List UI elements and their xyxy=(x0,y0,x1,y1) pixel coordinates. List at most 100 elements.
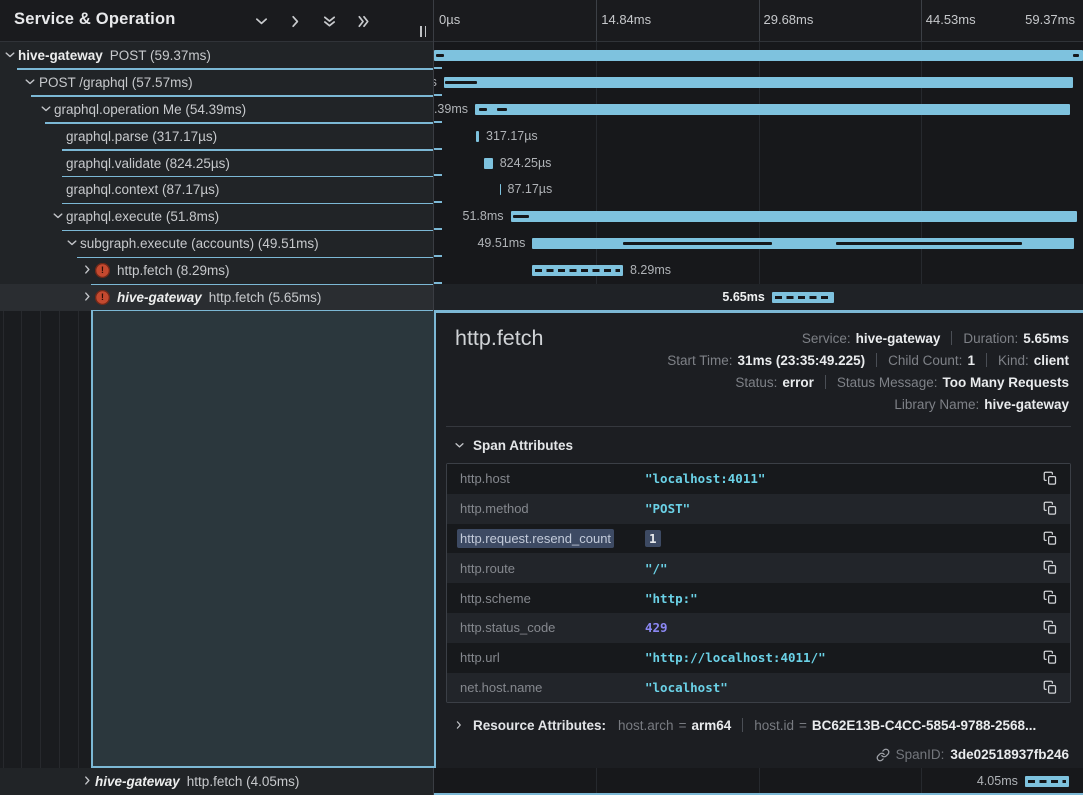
attribute-key[interactable]: http.scheme xyxy=(457,589,534,608)
copy-button[interactable] xyxy=(1043,471,1059,487)
span-bar[interactable] xyxy=(434,50,1083,61)
chevron-right-icon[interactable] xyxy=(82,775,94,787)
attribute-row: net.host.name"localhost" xyxy=(447,673,1070,703)
meta-line-3: Status:errorStatus Message:Too Many Requ… xyxy=(667,372,1069,394)
attribute-key[interactable]: http.url xyxy=(457,648,503,667)
child-span-mark xyxy=(1073,54,1080,57)
timeline-row[interactable]: 57.57ms xyxy=(434,69,1083,96)
child-span-mark xyxy=(445,81,477,84)
panel-resize-handle[interactable] xyxy=(420,26,426,37)
chevron-down-icon[interactable] xyxy=(252,12,270,30)
tree-header: Service & Operation xyxy=(0,0,434,42)
span-bar[interactable] xyxy=(511,211,1077,222)
timeline-row[interactable]: 87.17µs xyxy=(434,176,1083,203)
span-bar[interactable] xyxy=(475,104,1070,115)
span-label: http.fetch (4.05ms) xyxy=(187,774,300,789)
attribute-value: "http:" xyxy=(645,591,698,606)
row-border xyxy=(62,203,434,205)
timeline-row[interactable] xyxy=(434,42,1083,69)
chevron-down-icon[interactable] xyxy=(66,237,78,249)
attribute-key[interactable]: net.host.name xyxy=(457,678,545,697)
attribute-key[interactable]: http.method xyxy=(457,499,532,518)
chevron-right-icon[interactable] xyxy=(82,264,94,276)
timeline-row[interactable]: 824.25µs xyxy=(434,150,1083,177)
row-border xyxy=(62,176,434,178)
tree-row[interactable]: graphql.operation Me (54.39ms) xyxy=(0,96,434,123)
row-border xyxy=(77,257,434,259)
span-meta: Service:hive-gateway Duration:5.65ms Star… xyxy=(667,328,1069,416)
tree-row[interactable]: hive-gatewayhttp.fetch (4.05ms) xyxy=(0,768,434,795)
span-bar[interactable] xyxy=(772,292,834,303)
tree-row[interactable]: !hive-gatewayhttp.fetch (5.65ms) xyxy=(0,284,434,311)
copy-button[interactable] xyxy=(1043,560,1059,576)
chevron-down-icon[interactable] xyxy=(40,103,52,115)
chevron-right-icon[interactable] xyxy=(286,12,304,30)
chevron-right-icon[interactable] xyxy=(82,291,94,303)
selected-span-expansion-area xyxy=(91,311,434,768)
service-name: hive-gateway xyxy=(18,48,103,63)
row-border xyxy=(45,122,434,124)
tree-row[interactable]: hive-gatewayPOST (59.37ms) xyxy=(0,42,434,69)
timeline-row[interactable]: 4.05ms xyxy=(434,768,1083,793)
meta-divider xyxy=(986,353,987,367)
meta-line-1: Service:hive-gateway Duration:5.65ms xyxy=(667,328,1069,350)
duration-label: 87.17µs xyxy=(508,176,553,203)
double-chevron-right-icon[interactable] xyxy=(354,12,372,30)
copy-button[interactable] xyxy=(1043,620,1059,636)
span-bar[interactable] xyxy=(444,77,1073,88)
meta-divider xyxy=(951,331,952,345)
chevron-down-icon[interactable] xyxy=(24,76,36,88)
row-border-tick xyxy=(434,148,442,150)
tree-row[interactable]: POST /graphql (57.57ms) xyxy=(0,69,434,96)
tree-row[interactable]: graphql.validate (824.25µs) xyxy=(0,150,434,177)
copy-button[interactable] xyxy=(1043,650,1059,666)
copy-button[interactable] xyxy=(1043,531,1059,547)
duration-label: 4.05ms xyxy=(977,768,1018,795)
timeline-row[interactable]: 49.51ms xyxy=(434,230,1083,257)
tree-row[interactable]: graphql.context (87.17µs) xyxy=(0,176,434,203)
grid-line xyxy=(759,0,760,41)
tree-row[interactable]: subgraph.execute (accounts) (49.51ms) xyxy=(0,230,434,257)
meta-library-name: Library Name:hive-gateway xyxy=(894,397,1069,412)
meta-service: Service:hive-gateway xyxy=(802,331,941,346)
resource-attributes[interactable]: Resource Attributes:host.arch=arm64host.… xyxy=(454,715,1071,737)
span-attributes-header[interactable]: Span Attributes xyxy=(454,438,573,453)
panel-divider[interactable] xyxy=(433,0,434,311)
tree-row[interactable]: graphql.execute (51.8ms) xyxy=(0,203,434,230)
attribute-row: http.status_code429 xyxy=(447,613,1070,643)
chevron-down-icon[interactable] xyxy=(52,210,64,222)
attribute-key[interactable]: http.status_code xyxy=(457,618,558,637)
span-label: graphql.parse (317.17µs) xyxy=(66,129,217,144)
duration-label: 57.57ms xyxy=(434,69,437,96)
attribute-key[interactable]: http.route xyxy=(457,559,518,578)
span-bar[interactable] xyxy=(484,158,493,169)
span-detail-panel: http.fetch Service:hive-gatewayDuration:… xyxy=(434,311,1083,768)
span-label: http.fetch (8.29ms) xyxy=(117,263,230,278)
equals-sign: = xyxy=(799,718,807,733)
span-bar[interactable] xyxy=(532,265,623,276)
timeline-row[interactable]: 317.17µs xyxy=(434,123,1083,150)
span-bar[interactable] xyxy=(1025,776,1069,787)
attribute-key[interactable]: http.request.resend_count xyxy=(457,529,614,548)
tree-row[interactable]: !http.fetch (8.29ms) xyxy=(0,257,434,284)
double-chevron-down-icon[interactable] xyxy=(320,12,338,30)
attribute-key[interactable]: http.host xyxy=(457,469,513,488)
copy-button[interactable] xyxy=(1043,590,1059,606)
meta-duration: Duration:5.65ms xyxy=(963,331,1069,346)
ruler-tick: 29.68ms xyxy=(764,12,814,27)
chevron-down-icon[interactable] xyxy=(4,49,16,61)
timeline-row[interactable]: 51.8ms xyxy=(434,203,1083,230)
ruler-tick: 0µs xyxy=(439,12,460,27)
meta-line-2: Start Time:31ms (23:35:49.225)Child Coun… xyxy=(667,350,1069,372)
link-icon[interactable] xyxy=(876,748,890,762)
timeline-row[interactable]: 5.65ms xyxy=(434,284,1083,311)
copy-button[interactable] xyxy=(1043,680,1059,696)
timeline-row[interactable]: 54.39ms xyxy=(434,96,1083,123)
tree-row[interactable]: graphql.parse (317.17µs) xyxy=(0,123,434,150)
child-span-mark xyxy=(623,242,772,245)
span-bar[interactable] xyxy=(500,184,502,195)
timeline-row[interactable]: 8.29ms xyxy=(434,257,1083,284)
panel-divider[interactable] xyxy=(433,768,434,795)
copy-button[interactable] xyxy=(1043,501,1059,517)
span-bar[interactable] xyxy=(476,131,479,142)
